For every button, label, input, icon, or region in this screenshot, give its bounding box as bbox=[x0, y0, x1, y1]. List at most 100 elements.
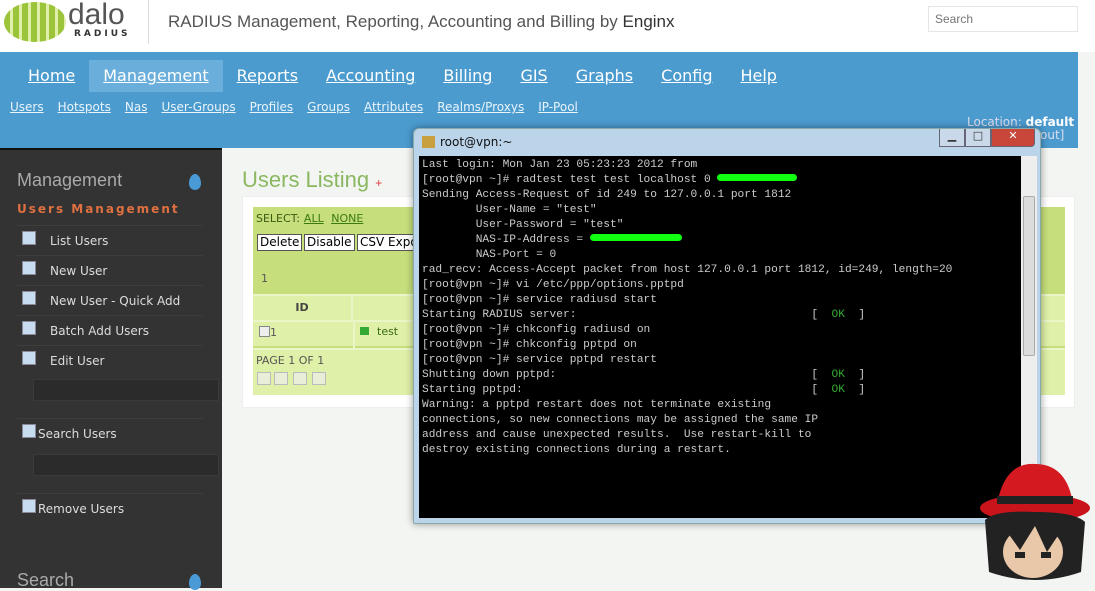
nav-config[interactable]: Config bbox=[647, 60, 726, 92]
sidebar-item-label: New User - Quick Add bbox=[50, 293, 181, 308]
sidebar-item-new-user[interactable]: New User bbox=[17, 255, 203, 285]
ok-status: OK bbox=[831, 309, 845, 321]
terminal-line: rad_recv: Access-Accept packet from host… bbox=[422, 264, 953, 276]
eye bbox=[1015, 552, 1025, 558]
logo[interactable]: dalo RADIUS bbox=[4, 0, 134, 44]
edit-user-input[interactable] bbox=[33, 379, 219, 401]
add-user-link[interactable]: + bbox=[375, 176, 382, 190]
terminal-line: Sending Access-Request of id 249 to 127.… bbox=[422, 189, 792, 201]
sub-nav: Users Hotspots Nas User-Groups Profiles Group… bbox=[8, 100, 580, 114]
logo-text: dalo bbox=[68, 0, 125, 31]
logo-subtext: RADIUS bbox=[74, 29, 131, 39]
select-all-link[interactable]: ALL bbox=[304, 212, 324, 225]
edit-user-icon bbox=[22, 350, 36, 365]
nav-management[interactable]: Management bbox=[89, 60, 223, 92]
select-row: SELECT: ALL NONE bbox=[256, 212, 363, 225]
select-label: SELECT: bbox=[256, 212, 300, 225]
subnav-users[interactable]: Users bbox=[8, 100, 46, 114]
nav-gis[interactable]: GIS bbox=[506, 60, 561, 92]
csv-export-button[interactable]: CSV Expo bbox=[357, 234, 417, 251]
remove-user-icon bbox=[22, 498, 36, 513]
page-title: Users Listing + bbox=[242, 167, 382, 193]
row-checkbox[interactable] bbox=[259, 326, 270, 337]
nav-billing[interactable]: Billing bbox=[429, 60, 506, 92]
terminal-line: NAS-IP-Address = bbox=[422, 233, 1018, 248]
sidebar-item-remove-users[interactable]: Remove Users bbox=[17, 493, 203, 523]
location-value: default bbox=[1025, 115, 1075, 129]
terminal-line: [root@vpn ~]# service radiusd start bbox=[422, 294, 657, 306]
first-page-button[interactable] bbox=[257, 372, 271, 385]
minimize-button[interactable]: ▁ bbox=[939, 129, 965, 147]
terminal-line: User-Name = "test" bbox=[422, 204, 597, 216]
subnav-profiles[interactable]: Profiles bbox=[248, 100, 296, 114]
ok-status: OK bbox=[831, 384, 845, 396]
prev-page-button[interactable] bbox=[274, 372, 288, 385]
putty-icon bbox=[422, 136, 435, 148]
mascot-avatar bbox=[980, 463, 1090, 580]
divider bbox=[148, 0, 149, 44]
record-count: 1 bbox=[261, 272, 268, 285]
sidebar-item-new-user-quick-add[interactable]: New User - Quick Add bbox=[17, 285, 203, 315]
sidebar-item-label: Batch Add Users bbox=[50, 323, 149, 338]
logout-link[interactable]: out] bbox=[1040, 128, 1064, 142]
subnav-hotspots[interactable]: Hotspots bbox=[56, 100, 113, 114]
location-label: Location: bbox=[967, 115, 1022, 129]
row-user-cell: test bbox=[360, 325, 398, 338]
new-user-icon bbox=[22, 320, 36, 335]
hat-band bbox=[997, 496, 1073, 504]
close-button[interactable]: ✕ bbox=[991, 129, 1035, 147]
subnav-user-groups[interactable]: User-Groups bbox=[159, 100, 237, 114]
terminal-line: connections, so new connections may be a… bbox=[422, 414, 819, 426]
column-id[interactable]: ID bbox=[253, 296, 353, 322]
terminal-title: root@vpn:~ bbox=[422, 135, 512, 149]
nav-home[interactable]: Home bbox=[14, 60, 89, 92]
page-indicator: PAGE 1 OF 1 bbox=[256, 354, 325, 367]
row-id-cell: 1 bbox=[259, 326, 277, 339]
nav-accounting[interactable]: Accounting bbox=[312, 60, 429, 92]
search-input[interactable] bbox=[928, 6, 1078, 32]
sidebar-subheading: Users Management bbox=[17, 202, 180, 216]
sidebar-item-label: Search Users bbox=[38, 426, 117, 441]
sidebar-item-search-users[interactable]: Search Users bbox=[17, 418, 203, 448]
sidebar-item-label: Edit User bbox=[50, 353, 105, 368]
terminal-line: Last login: Mon Jan 23 05:23:23 2012 fro… bbox=[422, 159, 698, 171]
subnav-groups[interactable]: Groups bbox=[305, 100, 352, 114]
subnav-attributes[interactable]: Attributes bbox=[362, 100, 425, 114]
scrollbar-thumb[interactable] bbox=[1023, 196, 1035, 356]
search-users-input[interactable] bbox=[33, 454, 219, 476]
new-user-icon bbox=[22, 290, 36, 305]
nav-help[interactable]: Help bbox=[726, 60, 790, 92]
sidebar: Management Users Management List Users Ne… bbox=[0, 148, 222, 590]
last-page-button[interactable] bbox=[312, 372, 326, 385]
droplet-icon bbox=[189, 174, 201, 190]
terminal-screen[interactable]: Last login: Mon Jan 23 05:23:23 2012 fro… bbox=[419, 156, 1021, 518]
next-page-button[interactable] bbox=[293, 372, 307, 385]
subnav-nas[interactable]: Nas bbox=[123, 100, 150, 114]
terminal-line: destroy existing connections during a re… bbox=[422, 444, 731, 456]
row-username-link[interactable]: test bbox=[377, 325, 398, 338]
sidebar-heading: Management bbox=[17, 170, 123, 190]
search-user-icon bbox=[22, 423, 36, 438]
select-none-link[interactable]: NONE bbox=[331, 212, 363, 225]
delete-button[interactable]: Delete bbox=[257, 234, 303, 251]
terminal-line: [root@vpn ~]# radtest test test localhos… bbox=[422, 173, 1018, 188]
nav-reports[interactable]: Reports bbox=[223, 60, 312, 92]
subnav-realms-proxys[interactable]: Realms/Proxys bbox=[435, 100, 526, 114]
nav-graphs[interactable]: Graphs bbox=[562, 60, 647, 92]
sidebar-item-batch-add-users[interactable]: Batch Add Users bbox=[17, 315, 203, 345]
subnav-ip-pool[interactable]: IP-Pool bbox=[536, 100, 580, 114]
terminal-line: [root@vpn ~]# chkconfig radiusd on bbox=[422, 324, 651, 336]
divider bbox=[353, 322, 355, 348]
logo-globe-icon bbox=[4, 2, 66, 42]
terminal-line: Starting RADIUS server: [ OK ] bbox=[422, 309, 866, 321]
brand-name: Enginx bbox=[622, 12, 675, 31]
sidebar-item-list-users[interactable]: List Users bbox=[17, 225, 203, 255]
ok-status: OK bbox=[831, 369, 845, 381]
maximize-button[interactable]: □ bbox=[965, 129, 991, 147]
eye bbox=[1041, 552, 1051, 558]
sidebar-item-edit-user[interactable]: Edit User bbox=[17, 345, 203, 375]
terminal-window: root@vpn:~ ▁ □ ✕ Last login: Mon Jan 23 … bbox=[413, 128, 1041, 524]
sidebar-item-label: Remove Users bbox=[38, 501, 125, 516]
terminal-line: Shutting down pptpd: [ OK ] bbox=[422, 369, 866, 381]
disable-button[interactable]: Disable bbox=[304, 234, 355, 251]
